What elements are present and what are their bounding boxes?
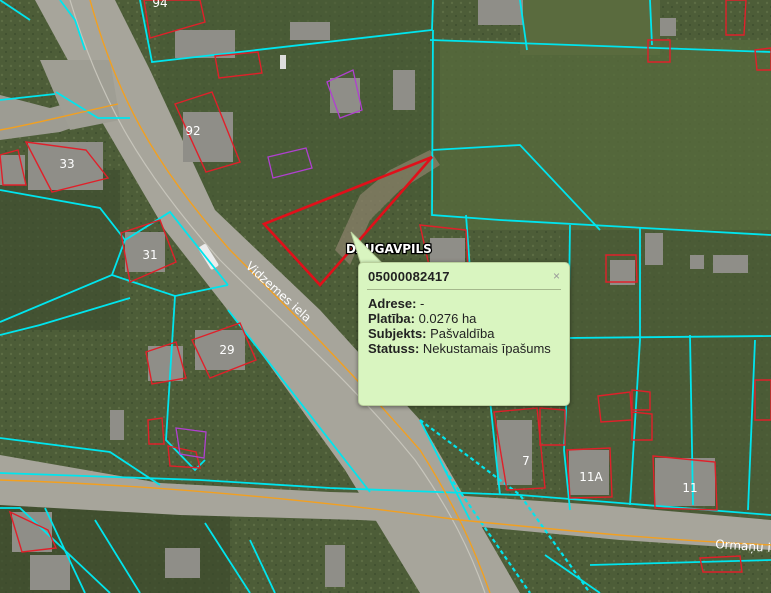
row-value: Nekustamais īpašums [419, 341, 551, 356]
house-number-33: 33 [59, 157, 74, 171]
house-number-11: 11 [682, 481, 697, 495]
house-number-31: 31 [142, 248, 157, 262]
house-number-11a: 11A [579, 470, 603, 484]
house-number-7: 7 [522, 454, 530, 468]
row-value: - [416, 296, 425, 311]
house-number-29: 29 [219, 343, 234, 357]
row-label: Adrese: [368, 296, 417, 311]
popup-row-status: Statuss: Nekustamais īpašums [368, 341, 561, 356]
close-icon[interactable]: × [553, 269, 560, 283]
popup-row-address: Adrese: - [368, 296, 561, 311]
row-label: Subjekts: [368, 326, 427, 341]
popup-divider [367, 289, 561, 290]
popup-row-area: Platība: 0.0276 ha [368, 311, 561, 326]
popup-title: 05000082417 [368, 269, 450, 284]
parcel-info-popup: 05000082417 × Adrese: - Platība: 0.0276 … [358, 262, 570, 406]
row-value: 0.0276 ha [414, 311, 477, 326]
row-label: Statuss: [368, 341, 420, 356]
house-number-94: 94 [152, 0, 167, 10]
house-number-92: 92 [185, 124, 200, 138]
popup-body: Adrese: - Platība: 0.0276 ha Subjekts: P… [368, 296, 561, 356]
row-value: Pašvaldība [426, 326, 495, 341]
popup-row-subject: Subjekts: Pašvaldība [368, 326, 561, 341]
row-label: Platība: [368, 311, 415, 326]
